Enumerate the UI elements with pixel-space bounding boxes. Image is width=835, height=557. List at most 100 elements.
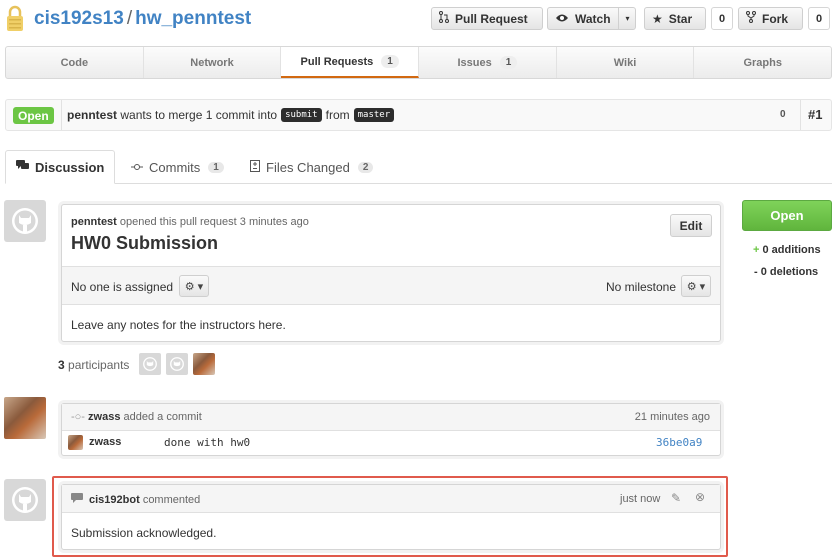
comment-body: Submission acknowledged. <box>71 526 217 540</box>
tab-discussion[interactable]: Discussion <box>5 150 116 184</box>
pr-state-bar: Open penntest wants to merge 1 commit in… <box>5 99 832 131</box>
repo-owner-link[interactable]: cis192s13 <box>34 8 124 29</box>
commit-sha[interactable]: 36be0a9 <box>656 436 702 449</box>
merge-author[interactable]: penntest <box>67 108 117 122</box>
deletions-stat: - 0 deletions <box>754 266 819 278</box>
star-count[interactable]: 0 <box>711 7 733 30</box>
pencil-icon[interactable]: ✎ <box>671 491 681 505</box>
close-icon[interactable]: ⊗ <box>695 490 705 504</box>
discussion-tabs: Discussion Commits 1 Files Changed 2 <box>5 150 832 184</box>
additions-stat: + 0 additions <box>753 244 821 256</box>
tab-network[interactable]: Network <box>144 47 282 78</box>
participant-avatar[interactable] <box>139 353 161 375</box>
tab-commits-label: Commits <box>149 159 201 175</box>
commit-author-avatar[interactable] <box>4 397 46 439</box>
participants-label: participants <box>68 358 130 372</box>
octocat-icon <box>143 357 157 371</box>
merge-from-text: from <box>325 108 350 122</box>
assignment-bar: No one is assigned ⚙ ▾ No milestone ⚙ ▾ <box>62 266 720 305</box>
participant-avatar[interactable] <box>166 353 188 375</box>
pull-request-icon <box>439 11 449 26</box>
base-branch: submit <box>281 108 322 122</box>
fork-icon <box>746 11 756 26</box>
merge-text: wants to merge 1 commit into <box>120 108 278 122</box>
comment-header: cis192bot commented just now ✎ ⊗ <box>62 485 720 513</box>
tab-wiki-label: Wiki <box>613 56 637 69</box>
commits-count: 1 <box>208 161 224 173</box>
repo-nav: Code Network Pull Requests 1 Issues 1 Wiki… <box>5 46 832 79</box>
commit-row-avatar <box>68 435 83 450</box>
octocat-icon <box>12 208 38 234</box>
commit-header: -○- zwass added a commit 21 minutes ago <box>62 404 720 431</box>
tab-graphs[interactable]: Graphs <box>694 47 831 78</box>
comment-author-avatar[interactable] <box>4 479 46 521</box>
pull-requests-count: 1 <box>381 55 399 68</box>
files-changed-count: 2 <box>357 161 374 173</box>
milestone-gear-button[interactable]: ⚙ ▾ <box>681 275 711 297</box>
star-icon: ★ <box>652 11 663 26</box>
tab-commits[interactable]: Commits 1 <box>131 150 224 184</box>
head-branch: master <box>353 108 395 122</box>
tab-code-label: Code <box>60 56 89 69</box>
tab-graphs-label: Graphs <box>743 56 782 69</box>
repo-title: cis192s13/hw_penntest <box>34 8 251 30</box>
pr-body: Leave any notes for the instructors here… <box>71 318 286 332</box>
star-label: Star <box>668 11 693 26</box>
commit-row: zwass done with hw0 36be0a9 <box>62 431 720 456</box>
watch-button[interactable]: Watch ▾ <box>547 7 636 30</box>
commit-user[interactable]: zwass <box>88 411 120 423</box>
comment-time[interactable]: just now <box>620 493 660 505</box>
fork-count[interactable]: 0 <box>808 7 830 30</box>
tab-network-label: Network <box>190 56 234 69</box>
comment-discussion-icon <box>16 160 29 174</box>
comment-user[interactable]: cis192bot <box>89 494 140 506</box>
eye-icon <box>555 12 569 26</box>
pr-state-badge: Open <box>13 107 54 124</box>
participants-summary: 3 participants <box>58 358 129 372</box>
pr-author-name[interactable]: penntest <box>71 216 117 228</box>
pr-meta: penntest opened this pull request 3 minu… <box>71 216 309 228</box>
tab-pull-requests[interactable]: Pull Requests 1 <box>281 47 420 78</box>
tab-issues-label: Issues <box>457 56 492 69</box>
commit-message[interactable]: done with hw0 <box>164 436 250 449</box>
pr-author-avatar[interactable] <box>4 200 46 242</box>
star-button[interactable]: ★ Star <box>644 7 706 30</box>
divider <box>61 100 62 130</box>
comment-action: commented <box>142 493 201 506</box>
pr-open-state-button[interactable]: Open <box>742 200 832 231</box>
edit-button[interactable]: Edit <box>670 214 712 237</box>
octocat-icon <box>170 357 184 371</box>
private-lock-icon <box>7 5 23 31</box>
comment-icon <box>71 493 83 506</box>
tab-issues[interactable]: Issues 1 <box>419 47 557 78</box>
participant-avatar[interactable] <box>193 353 215 375</box>
issues-count: 1 <box>499 56 518 69</box>
fork-button[interactable]: Fork <box>738 7 803 30</box>
pull-request-button[interactable]: Pull Request <box>431 7 543 30</box>
tab-pull-requests-label: Pull Requests <box>300 55 374 68</box>
comment-event: cis192bot commented <box>71 493 200 506</box>
file-diff-icon <box>250 159 260 175</box>
watch-dropdown-caret-icon[interactable]: ▾ <box>618 8 636 29</box>
commit-event: -○- zwass added a commit <box>71 411 202 423</box>
pr-comment-count: 0 <box>780 109 786 120</box>
assignee-gear-button[interactable]: ⚙ ▾ <box>179 275 209 297</box>
additions-sign: + <box>753 244 760 256</box>
commit-time: 21 minutes ago <box>634 411 710 423</box>
pr-description-card: penntest opened this pull request 3 minu… <box>61 204 721 342</box>
gear-icon: ⚙ ▾ <box>686 280 706 293</box>
watch-label: Watch <box>575 11 611 26</box>
tab-files-changed[interactable]: Files Changed 2 <box>250 150 374 184</box>
pr-number: #1 <box>808 107 823 122</box>
tab-code[interactable]: Code <box>6 47 144 78</box>
merge-summary: penntest wants to merge 1 commit into su… <box>67 108 398 122</box>
additions-text: 0 additions <box>762 244 821 256</box>
commit-row-user[interactable]: zwass <box>89 436 121 448</box>
octocat-icon <box>12 487 38 513</box>
commit-icon <box>131 160 143 174</box>
tab-wiki[interactable]: Wiki <box>557 47 695 78</box>
fork-label: Fork <box>762 11 789 26</box>
tab-discussion-label: Discussion <box>35 159 105 175</box>
repo-name-link[interactable]: hw_penntest <box>135 8 251 29</box>
repo-title-separator: / <box>126 8 133 29</box>
